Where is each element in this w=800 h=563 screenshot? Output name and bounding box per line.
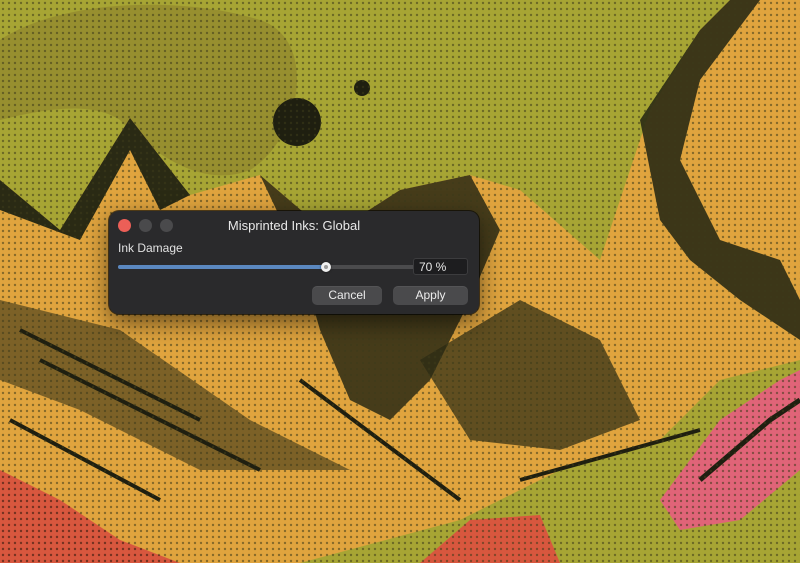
misprinted-inks-dialog: Misprinted Inks: Global Ink Damage 70 % …	[109, 211, 479, 314]
apply-button[interactable]: Apply	[393, 286, 468, 305]
ink-damage-value-field[interactable]: 70 %	[413, 258, 468, 275]
ink-damage-slider[interactable]	[118, 261, 415, 273]
cancel-button[interactable]: Cancel	[312, 286, 382, 305]
slider-fill	[118, 265, 326, 269]
slider-thumb[interactable]	[320, 262, 331, 272]
dialog-titlebar[interactable]: Misprinted Inks: Global	[109, 211, 479, 239]
dialog-title: Misprinted Inks: Global	[227, 218, 361, 233]
ink-damage-label: Ink Damage	[118, 241, 183, 255]
